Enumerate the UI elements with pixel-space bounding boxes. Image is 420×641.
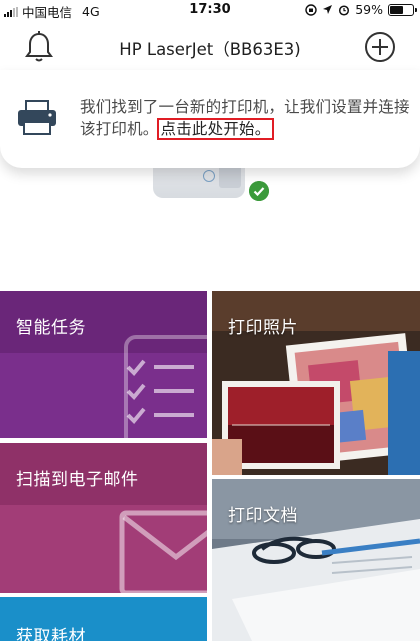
tile-get-supplies[interactable]: 获取耗材 xyxy=(0,597,207,641)
app-header: HP LaserJet（BB63E3) xyxy=(0,20,420,72)
start-setup-link[interactable]: 点击此处开始。 xyxy=(156,118,275,140)
tile-scan-to-email[interactable]: 扫描到电子邮件 xyxy=(0,443,207,593)
notice-message: 我们找到了一台新的打印机，让我们设置并连接该打印机。 点击此处开始。 xyxy=(80,96,410,140)
printer-icon xyxy=(18,100,56,135)
checklist-icon xyxy=(124,335,207,438)
add-printer-icon[interactable] xyxy=(364,31,396,63)
tile-label-get-supplies: 获取耗材 xyxy=(16,627,86,641)
printer-button-graphic xyxy=(203,170,215,182)
status-right: 59% xyxy=(305,2,417,17)
battery-percent: 59% xyxy=(355,2,383,17)
tile-print-documents[interactable]: 打印文档 xyxy=(212,479,420,641)
tile-label-print-documents: 打印文档 xyxy=(228,506,298,526)
tile-smart-tasks[interactable]: 智能任务 xyxy=(0,291,207,438)
tile-label-scan-to-email: 扫描到电子邮件 xyxy=(16,470,139,490)
tile-label-print-photos: 打印照片 xyxy=(228,318,298,338)
envelope-icon xyxy=(119,510,207,593)
battery-icon xyxy=(388,3,417,16)
printer-name-title[interactable]: HP LaserJet（BB63E3) xyxy=(0,36,420,60)
location-icon xyxy=(323,5,333,14)
tile-label-smart-tasks: 智能任务 xyxy=(16,318,86,338)
alarm-icon xyxy=(339,4,350,16)
tile-print-photos[interactable]: 打印照片 xyxy=(212,291,420,475)
new-printer-notice[interactable]: 我们找到了一台新的打印机，让我们设置并连接该打印机。 点击此处开始。 xyxy=(0,70,420,168)
connected-check-icon xyxy=(249,181,269,201)
status-bar: 中国电信 4G 17:30 59% xyxy=(0,0,420,20)
orientation-lock-icon xyxy=(305,3,317,16)
